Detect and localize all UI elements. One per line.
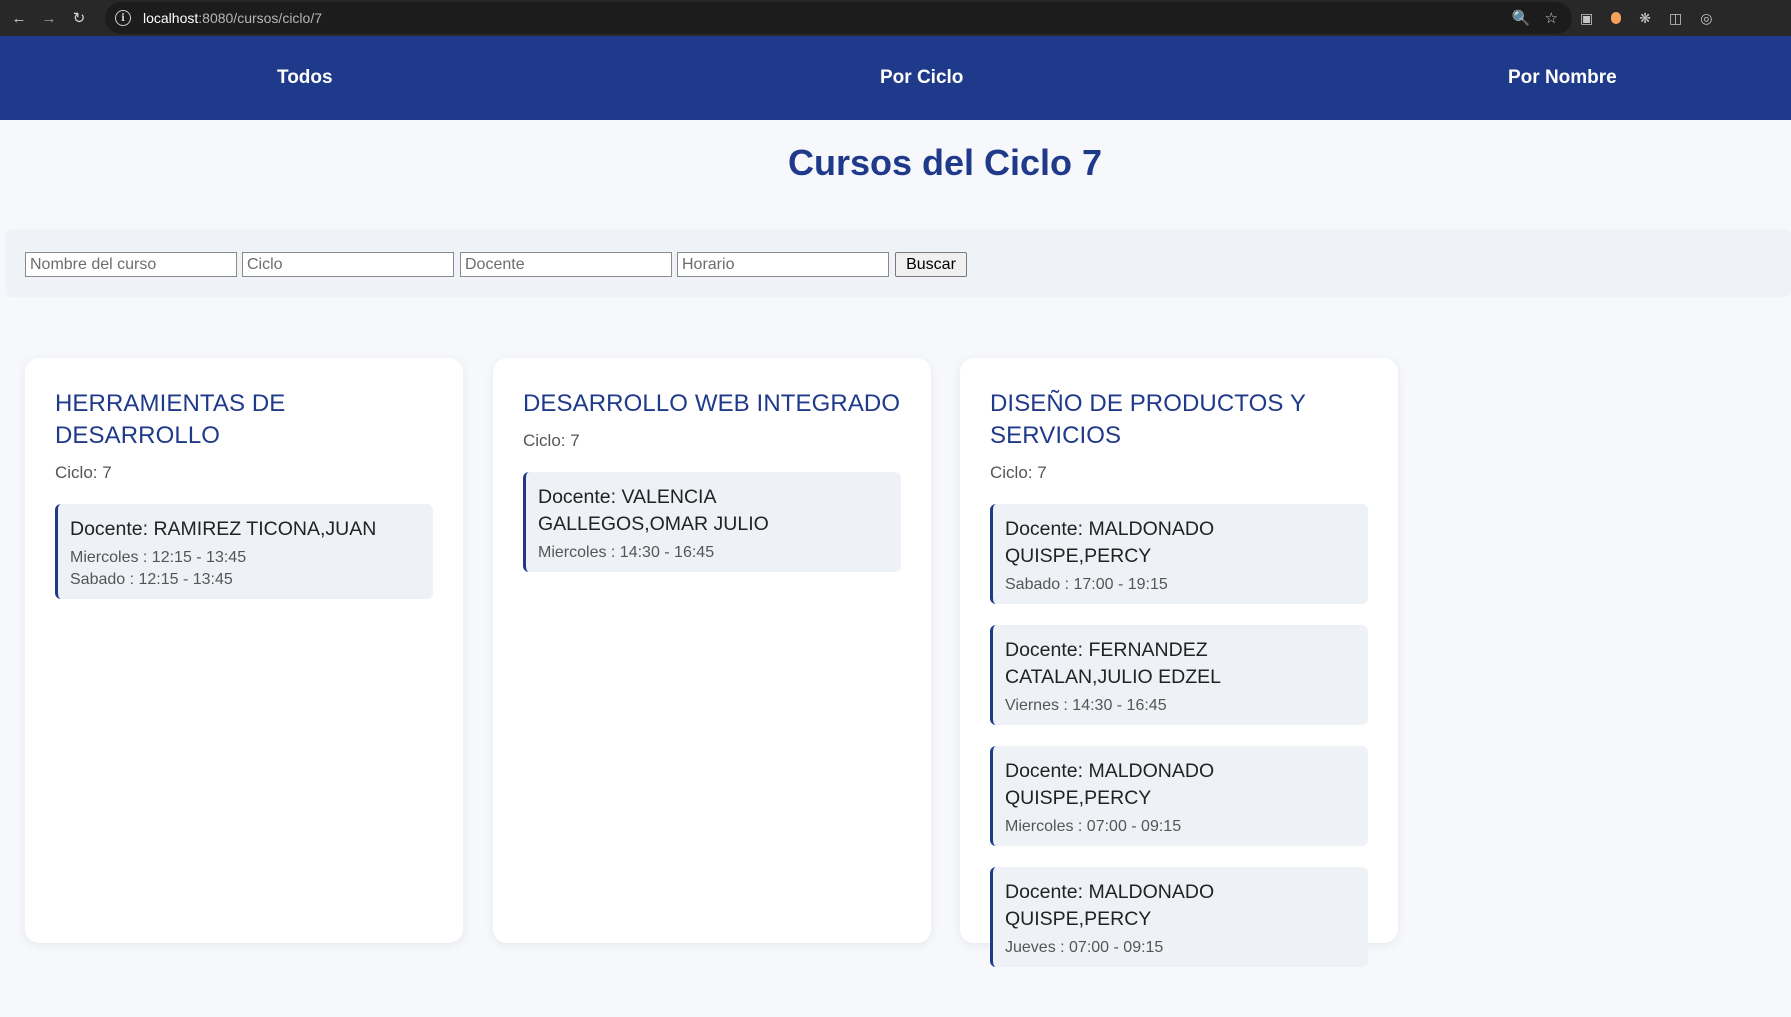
session-time: Miercoles : 12:15 - 13:45 — [70, 549, 247, 566]
reload-icon[interactable]: ↻ — [68, 7, 90, 29]
nombre-curso-input[interactable] — [25, 252, 237, 277]
session-list: Docente: VALENCIA GALLEGOS,OMAR JULIO Mi… — [523, 472, 901, 572]
session-docente: Docente: MALDONADO QUISPE,PERCY — [1005, 518, 1215, 567]
search-form: Buscar — [6, 229, 1791, 297]
session-item: Docente: MALDONADO QUISPE,PERCY Jueves :… — [990, 867, 1368, 967]
page-title: Cursos del Ciclo 7 — [787, 142, 1103, 183]
session-time: Miercoles : 14:30 - 16:45 — [538, 544, 715, 561]
main-nav: Todos Por Ciclo Por Nombre — [0, 36, 1791, 120]
forward-icon[interactable]: → — [38, 7, 60, 29]
session-docente: Docente: RAMIREZ TICONA,JUAN — [70, 518, 377, 540]
session-docente: Docente: MALDONADO QUISPE,PERCY — [1005, 881, 1215, 930]
course-ciclo: Ciclo: 7 — [990, 463, 1047, 482]
site-info-icon[interactable]: i — [115, 10, 131, 26]
picture-in-picture-icon[interactable]: ▣ — [1580, 10, 1593, 27]
url-host: localhost — [143, 10, 199, 26]
extensions-puzzle-icon[interactable]: ◫ — [1669, 10, 1682, 27]
session-item: Docente: VALENCIA GALLEGOS,OMAR JULIO Mi… — [523, 472, 901, 572]
session-time: Viernes : 14:30 - 16:45 — [1005, 697, 1167, 714]
session-time: Sabado : 17:00 - 19:15 — [1005, 576, 1168, 593]
session-item: Docente: FERNANDEZ CATALAN,JULIO EDZEL V… — [990, 625, 1368, 725]
session-time: Jueves : 07:00 - 09:15 — [1005, 939, 1164, 956]
session-item: Docente: RAMIREZ TICONA,JUAN Miercoles :… — [55, 504, 433, 599]
nav-por-nombre[interactable]: Por Nombre — [1508, 67, 1617, 89]
course-card: DESARROLLO WEB INTEGRADO Ciclo: 7 Docent… — [493, 358, 931, 943]
buscar-button[interactable]: Buscar — [895, 252, 967, 277]
screenshot-icon[interactable]: ◎ — [1700, 10, 1712, 27]
session-time: Miercoles : 07:00 - 09:15 — [1005, 818, 1182, 835]
url-path: :8080/cursos/ciclo/7 — [198, 10, 322, 26]
session-list: Docente: RAMIREZ TICONA,JUAN Miercoles :… — [55, 504, 433, 599]
horario-input[interactable] — [677, 252, 889, 277]
session-time: Sabado : 12:15 - 13:45 — [70, 571, 233, 588]
browser-toolbar: ← → ↻ i localhost:8080/cursos/ciclo/7 🔍 … — [0, 0, 1791, 36]
session-list: Docente: MALDONADO QUISPE,PERCY Sabado :… — [990, 504, 1368, 967]
session-item: Docente: MALDONADO QUISPE,PERCY Miercole… — [990, 746, 1368, 846]
course-card: HERRAMIENTAS DE DESARROLLO Ciclo: 7 Doce… — [25, 358, 463, 943]
session-docente: Docente: FERNANDEZ CATALAN,JULIO EDZEL — [1005, 639, 1221, 688]
extension-icon[interactable] — [1611, 12, 1622, 24]
course-ciclo: Ciclo: 7 — [523, 431, 580, 450]
course-title: HERRAMIENTAS DE DESARROLLO — [55, 390, 286, 449]
course-card: DISEÑO DE PRODUCTOS Y SERVICIOS Ciclo: 7… — [960, 358, 1398, 967]
address-bar[interactable]: i localhost:8080/cursos/ciclo/7 🔍 ☆ — [105, 2, 1572, 34]
url-text: localhost:8080/cursos/ciclo/7 — [143, 10, 322, 26]
session-item: Docente: MALDONADO QUISPE,PERCY Sabado :… — [990, 504, 1368, 604]
session-docente: Docente: MALDONADO QUISPE,PERCY — [1005, 760, 1215, 809]
extension-gear-icon[interactable]: ❋ — [1639, 10, 1651, 27]
docente-input[interactable] — [460, 252, 672, 277]
session-docente: Docente: VALENCIA GALLEGOS,OMAR JULIO — [538, 486, 769, 535]
course-title: DESARROLLO WEB INTEGRADO — [523, 390, 901, 417]
course-title: DISEÑO DE PRODUCTOS Y SERVICIOS — [990, 390, 1306, 449]
nav-por-ciclo[interactable]: Por Ciclo — [880, 67, 963, 89]
course-ciclo: Ciclo: 7 — [55, 463, 112, 482]
nav-todos[interactable]: Todos — [277, 67, 333, 89]
bookmark-star-icon[interactable]: ☆ — [1545, 9, 1558, 27]
zoom-icon[interactable]: 🔍 — [1512, 9, 1531, 27]
ciclo-input[interactable] — [242, 252, 454, 277]
back-icon[interactable]: ← — [8, 7, 30, 29]
